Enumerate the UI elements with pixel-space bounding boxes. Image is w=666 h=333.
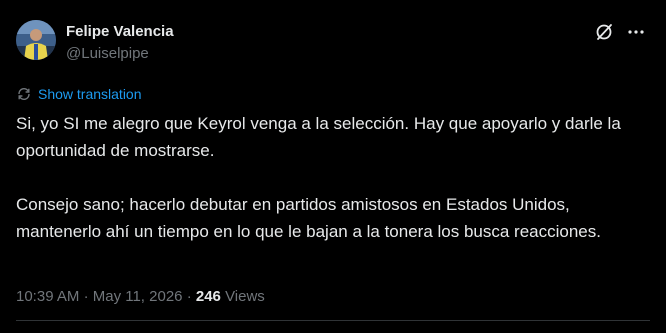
post-meta: 10:39 AM · May 11, 2026 · 246 Views	[16, 288, 265, 306]
more-horizontal-icon	[628, 30, 644, 34]
divider	[16, 320, 650, 321]
post-paragraph: Consejo sano; hacerlo debutar en partido…	[16, 195, 601, 241]
show-translation-label: Show translation	[38, 86, 142, 102]
grok-icon	[596, 24, 612, 40]
grok-button[interactable]	[594, 22, 614, 42]
views-count: 246	[195, 288, 221, 305]
avatar[interactable]	[16, 20, 56, 60]
meta-separator: ·	[83, 288, 89, 305]
meta-separator: ·	[186, 288, 192, 305]
post-time[interactable]: 10:39 AM	[16, 288, 79, 305]
post-date[interactable]: May 11, 2026	[93, 288, 183, 305]
avatar-image	[16, 20, 56, 60]
post-paragraph: Si, yo SI me alegro que Keyrol venga a l…	[16, 114, 621, 160]
author-name[interactable]: Felipe Valencia	[66, 23, 174, 41]
more-options-button[interactable]	[626, 22, 646, 42]
views-label: Views	[225, 288, 265, 305]
post-text: Si, yo SI me alegro que Keyrol venga a l…	[16, 110, 656, 245]
translate-icon	[18, 87, 30, 101]
tweet: Felipe Valencia @Luiselpipe Show transla…	[0, 0, 666, 333]
show-translation-link[interactable]: Show translation	[16, 85, 142, 103]
author-handle[interactable]: @Luiselpipe	[66, 45, 149, 63]
